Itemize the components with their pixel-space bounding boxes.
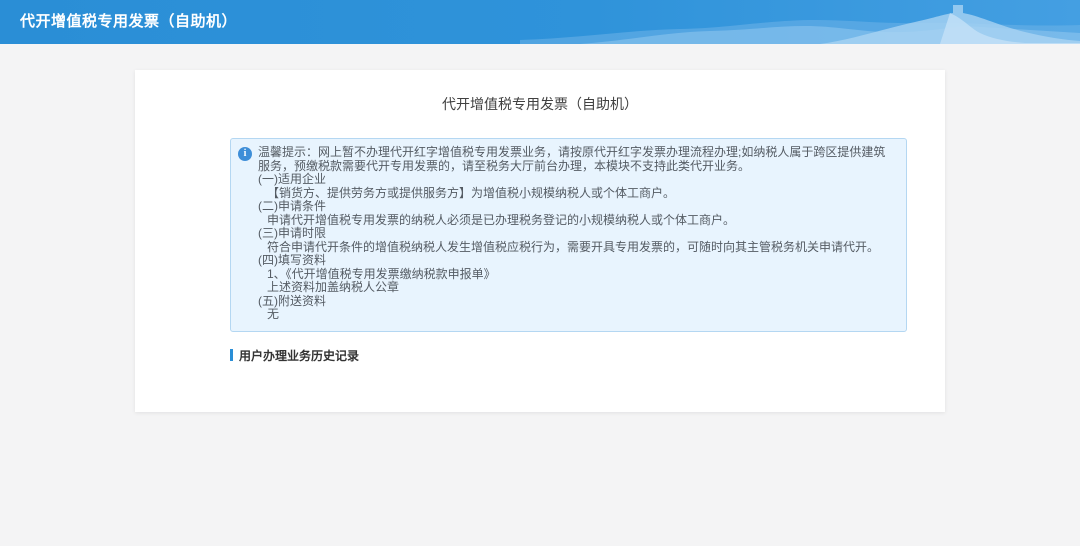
card-title: 代开增值税专用发票（自助机） bbox=[135, 70, 945, 114]
notice-line-section-5: (五)附送资料 bbox=[258, 295, 896, 309]
notice-line-section-3: (三)申请时限 bbox=[258, 227, 896, 241]
card-content: i 温馨提示：网上暂不办理代开红字增值税专用发票业务，请按原代开红字发票办理流程… bbox=[230, 138, 907, 364]
notice-line-section-4: (四)填写资料 bbox=[258, 254, 896, 268]
great-wall-decoration-icon bbox=[520, 0, 1080, 44]
notice-line-detail-4a: 1、《代开增值税专用发票缴纳税款申报单》 bbox=[258, 268, 896, 282]
page-background: 代开增值税专用发票（自助机） i 温馨提示：网上暂不办理代开红字增值税专用发票业… bbox=[0, 44, 1080, 546]
notice-line-detail-5: 无 bbox=[258, 308, 896, 322]
notice-line-section-1: (一)适用企业 bbox=[258, 173, 896, 187]
notice-text: 温馨提示：网上暂不办理代开红字增值税专用发票业务，请按原代开红字发票办理流程办理… bbox=[258, 146, 896, 322]
app-header: 代开增值税专用发票（自助机） bbox=[0, 0, 1080, 44]
notice-line-detail-4b: 上述资料加盖纳税人公章 bbox=[258, 281, 896, 295]
notice-box: i 温馨提示：网上暂不办理代开红字增值税专用发票业务，请按原代开红字发票办理流程… bbox=[230, 138, 907, 332]
accent-bar bbox=[230, 349, 233, 361]
page-title: 代开增值税专用发票（自助机） bbox=[20, 0, 237, 44]
notice-line-tip: 温馨提示：网上暂不办理代开红字增值税专用发票业务，请按原代开红字发票办理流程办理… bbox=[258, 146, 896, 173]
notice-line-section-2: (二)申请条件 bbox=[258, 200, 896, 214]
notice-line-detail-1: 【销货方、提供劳务方或提供服务方】为增值税小规模纳税人或个体工商户。 bbox=[258, 187, 896, 201]
content-card: 代开增值税专用发票（自助机） i 温馨提示：网上暂不办理代开红字增值税专用发票业… bbox=[135, 70, 945, 412]
history-section-header: 用户办理业务历史记录 bbox=[230, 347, 907, 364]
info-icon: i bbox=[238, 147, 252, 161]
history-section-title: 用户办理业务历史记录 bbox=[239, 347, 359, 364]
notice-line-detail-2: 申请代开增值税专用发票的纳税人必须是已办理税务登记的小规模纳税人或个体工商户。 bbox=[258, 214, 896, 228]
notice-line-detail-3: 符合申请代开条件的增值税纳税人发生增值税应税行为，需要开具专用发票的，可随时向其… bbox=[258, 241, 896, 255]
